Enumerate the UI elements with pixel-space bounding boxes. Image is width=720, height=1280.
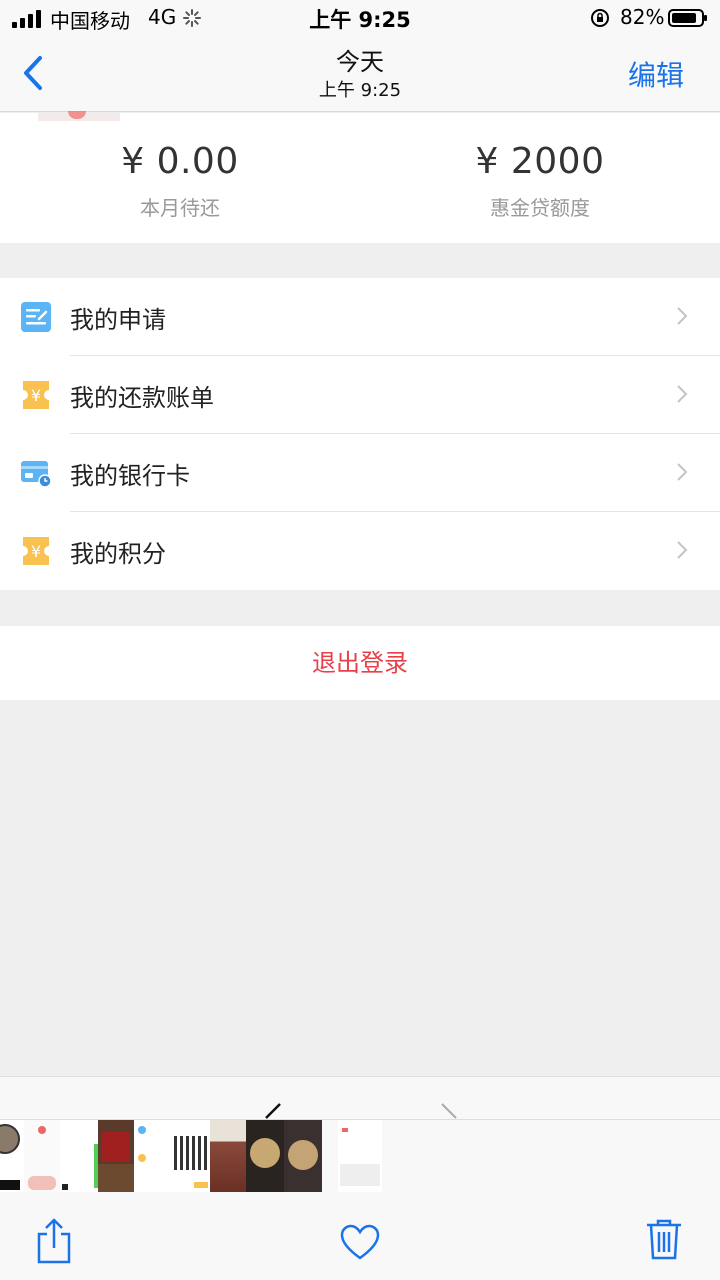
nav-title: 今天 — [336, 48, 384, 76]
photo-thumbnail[interactable] — [134, 1120, 172, 1192]
battery-icon — [668, 9, 707, 27]
menu-item-repayment-bills[interactable]: ¥ 我的还款账单 — [0, 356, 720, 434]
share-button[interactable] — [34, 1218, 74, 1264]
svg-text:¥: ¥ — [31, 386, 41, 405]
credit-limit-block[interactable]: ¥ 2000 惠金贷额度 — [360, 141, 720, 221]
photo-thumbnail[interactable] — [98, 1120, 134, 1192]
photo-thumbnail[interactable] — [0, 1120, 24, 1192]
scrubber-marker-left-icon — [265, 1103, 281, 1119]
menu-item-points[interactable]: ¥ 我的积分 — [0, 512, 720, 590]
edit-button[interactable]: 编辑 — [628, 54, 684, 94]
bank-card-icon — [21, 461, 52, 488]
photo-thumbnail-selected[interactable] — [338, 1120, 382, 1192]
application-icon — [21, 302, 51, 332]
chevron-right-icon — [677, 307, 688, 325]
nav-subtitle: 上午 9:25 — [318, 80, 402, 101]
chevron-right-icon — [677, 385, 688, 403]
svg-text:¥: ¥ — [31, 542, 41, 561]
battery-percent: 82% — [620, 5, 665, 29]
delete-button[interactable] — [646, 1218, 682, 1260]
monthly-due-block[interactable]: ¥ 0.00 本月待还 — [0, 141, 360, 221]
bill-icon: ¥ — [23, 381, 49, 409]
credit-limit-amount: ¥ 2000 — [475, 141, 605, 182]
menu-item-label: 我的积分 — [70, 540, 166, 568]
logout-button[interactable]: 退出登录 — [0, 626, 720, 700]
menu-item-label: 我的申请 — [70, 306, 166, 334]
orientation-lock-icon — [591, 9, 609, 27]
status-bar: 中国移动 4G 上午 9:25 82% — [0, 0, 720, 36]
nav-bar: 今天 上午 9:25 编辑 — [0, 36, 720, 112]
credit-limit-label: 惠金贷额度 — [490, 196, 590, 220]
account-summary: ¥ 0.00 本月待还 ¥ 2000 惠金贷额度 — [0, 111, 720, 243]
chevron-right-icon — [677, 541, 688, 559]
chevron-right-icon — [677, 463, 688, 481]
menu-list: 我的申请 ¥ 我的还款账单 我的银行卡 ¥ 我的积分 — [0, 278, 720, 590]
menu-item-label: 我的还款账单 — [70, 384, 214, 412]
favorite-button[interactable] — [340, 1224, 380, 1260]
photo-thumbnail[interactable] — [60, 1120, 98, 1192]
photo-thumbnail[interactable] — [246, 1120, 284, 1192]
menu-item-bank-cards[interactable]: 我的银行卡 — [0, 434, 720, 512]
status-time: 上午 9:25 — [309, 8, 411, 32]
menu-item-applications[interactable]: 我的申请 — [0, 278, 720, 356]
photo-thumbnail[interactable] — [284, 1120, 322, 1192]
scrubber-marker-right-icon — [441, 1103, 457, 1119]
photo-thumbnail[interactable] — [172, 1120, 210, 1192]
photo-thumbnail[interactable] — [24, 1120, 60, 1192]
photo-thumbnail[interactable] — [210, 1120, 246, 1192]
points-icon: ¥ — [23, 537, 49, 565]
menu-item-label: 我的银行卡 — [70, 462, 190, 490]
avatar — [38, 111, 120, 121]
monthly-due-label: 本月待还 — [140, 196, 220, 220]
monthly-due-amount: ¥ 0.00 — [121, 141, 239, 182]
